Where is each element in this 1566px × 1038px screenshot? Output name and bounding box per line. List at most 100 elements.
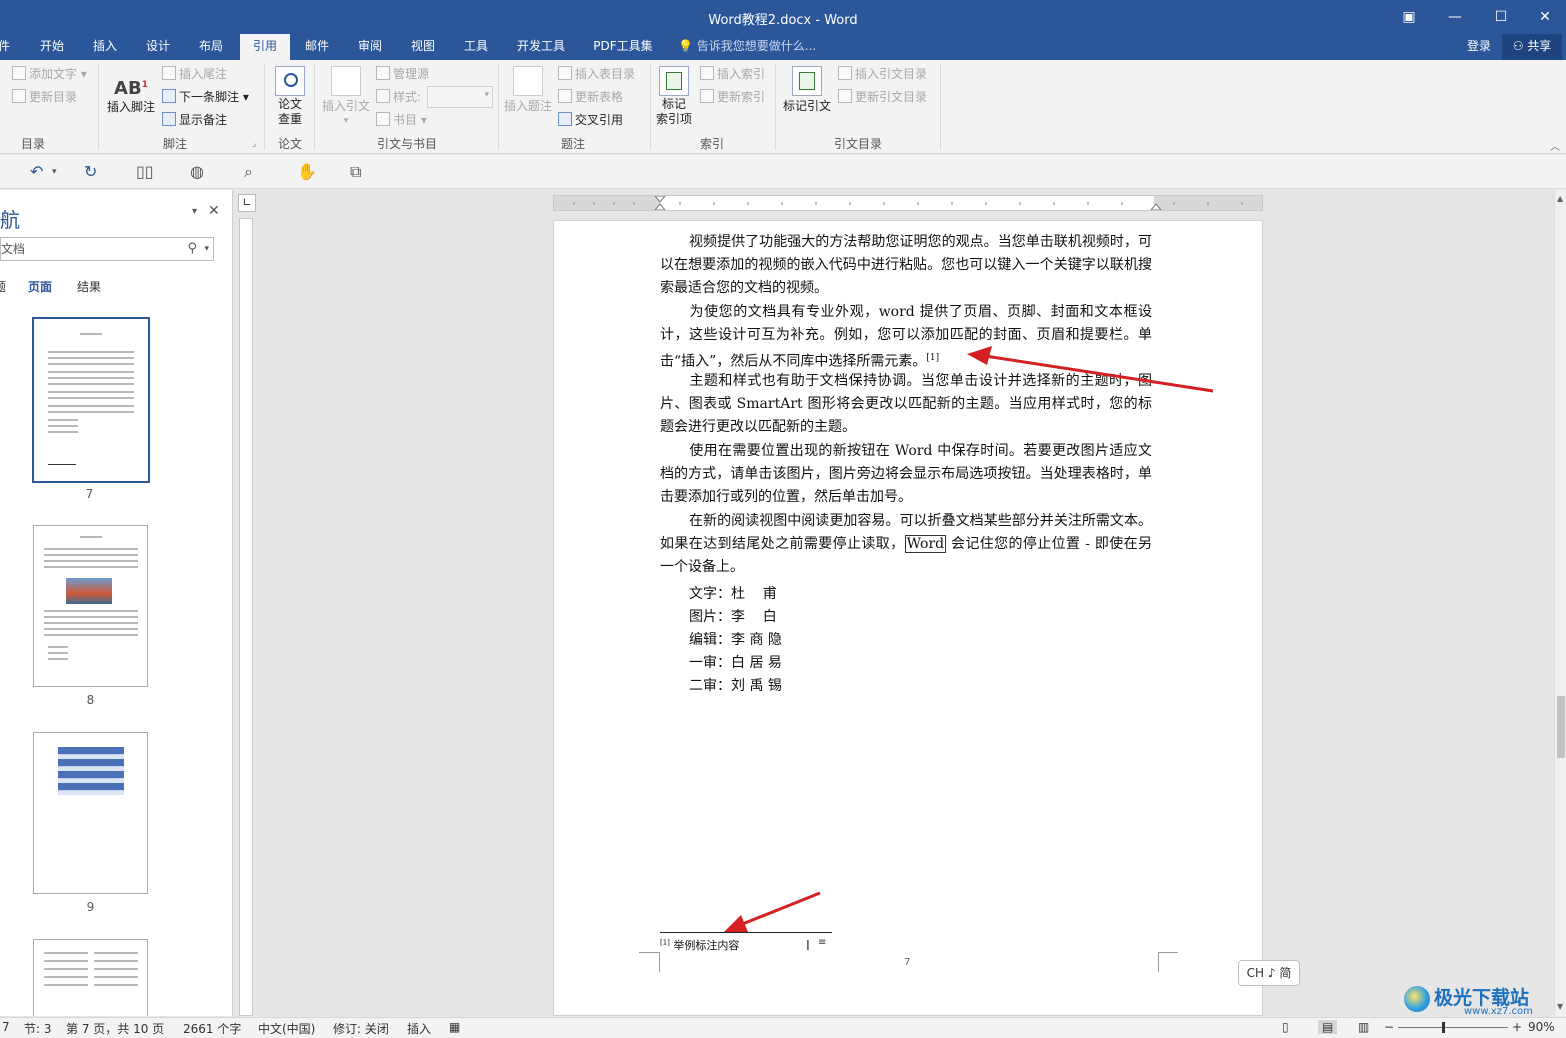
search-icon[interactable]: ⚲ <box>187 238 197 260</box>
update-toa-button[interactable]: 更新引文目录 <box>838 87 927 107</box>
show-notes-button[interactable]: 显示备注 <box>162 110 227 130</box>
bibliography-button[interactable]: 书目 ▾ <box>376 110 427 130</box>
undo-icon[interactable]: ↶ <box>30 162 43 181</box>
collapse-ribbon-icon[interactable]: ︿ <box>1550 138 1560 153</box>
insert-toa-button[interactable]: 插入引文目录 <box>838 64 927 84</box>
zoom-out-icon[interactable]: − <box>1384 1020 1394 1034</box>
tab-tools[interactable]: 工具 <box>454 34 498 60</box>
minimize-button[interactable]: — <box>1432 4 1478 30</box>
maximize-button[interactable]: ☐ <box>1478 4 1524 30</box>
insert-caption-button[interactable]: 插入题注 <box>502 66 554 114</box>
tab-insert[interactable]: 插入 <box>83 34 127 60</box>
web-layout-icon[interactable]: ◍ <box>190 162 204 181</box>
ime-indicator[interactable]: CH ♪ 简 <box>1238 960 1300 986</box>
print-preview-icon[interactable]: ⌕ <box>244 162 253 182</box>
manage-sources-button[interactable]: 管理源 <box>376 64 429 84</box>
tab-file[interactable]: 件 <box>0 34 12 60</box>
tell-me-search[interactable]: 💡 告诉我您想要做什么... <box>678 34 816 60</box>
status-page[interactable]: 第 7 页，共 10 页 <box>66 1020 164 1037</box>
page-thumbnail-7[interactable] <box>32 317 150 483</box>
footnote-separator <box>660 932 832 933</box>
zoom-in-icon[interactable]: + <box>1512 1020 1522 1034</box>
insert-footnote-button[interactable]: AB1 插入脚注 <box>104 70 158 115</box>
tell-me-text: 告诉我您想要做什么... <box>696 39 817 53</box>
touch-mode-icon[interactable]: ✋ <box>297 162 317 181</box>
tab-design[interactable]: 设计 <box>136 34 180 60</box>
close-icon[interactable]: ✕ <box>208 203 220 219</box>
tab-mailings[interactable]: 邮件 <box>295 34 339 60</box>
login-button[interactable]: 登录 <box>1467 34 1491 60</box>
update-index-button[interactable]: 更新索引 <box>700 87 765 107</box>
tab-review[interactable]: 审阅 <box>348 34 392 60</box>
tab-references[interactable]: 引用 <box>240 34 290 60</box>
status-insert-mode[interactable]: 插入 <box>407 1020 431 1037</box>
insert-caption-label: 插入题注 <box>503 99 552 113</box>
horizontal-ruler[interactable] <box>553 195 1263 211</box>
zoom-slider[interactable] <box>1398 1027 1508 1028</box>
insert-table-of-figures-button[interactable]: 插入表目录 <box>558 64 635 84</box>
nav-tab-results[interactable]: 结果 <box>77 278 101 295</box>
page-thumbnail-8[interactable] <box>33 525 148 687</box>
undo-dropdown-icon[interactable]: ▾ <box>52 167 57 177</box>
mark-entry-button[interactable]: 标记 索引项 <box>652 66 696 127</box>
credit-row: 图片：李 白 <box>689 609 777 625</box>
paragraph-4[interactable]: 使用在需要位置出现的新按钮在 Word 中保存时间。若要更改图片适应文档的方式，… <box>660 440 1152 510</box>
tab-view[interactable]: 视图 <box>401 34 445 60</box>
insert-index-button[interactable]: 插入索引 <box>700 64 765 84</box>
nav-tab-pages[interactable]: 页面 <box>28 278 52 295</box>
insert-citation-button[interactable]: 插入引文 ▾ <box>318 66 374 129</box>
group-divider <box>775 64 776 150</box>
paper-check-button[interactable]: 论文 查重 <box>270 66 310 127</box>
status-word-count[interactable]: 2661 个字 <box>183 1020 241 1037</box>
footnotes-dialog-launcher-icon[interactable]: ⌟ <box>252 139 256 149</box>
footnote[interactable]: [1] 举例标注内容 <box>660 937 739 953</box>
redo-icon[interactable]: ↻ <box>84 162 97 181</box>
nav-search-input[interactable]: 文档 ⚲ ▾ <box>0 237 214 261</box>
tab-selector-button[interactable]: ∟ <box>238 194 256 212</box>
footnote-reference[interactable]: [1] <box>926 353 939 363</box>
paragraph-3[interactable]: 主题和样式也有助于文档保持协调。当您单击设计并选择新的主题时，图片、图表或 Sm… <box>660 370 1152 440</box>
update-table-button[interactable]: 更新表格 <box>558 87 623 107</box>
zoom-slider-thumb[interactable] <box>1442 1022 1445 1033</box>
paragraph-1[interactable]: 视频提供了功能强大的方法帮助您证明您的观点。当您单击联机视频时，可以在想要添加的… <box>660 231 1152 301</box>
cross-reference-button[interactable]: 交叉引用 <box>558 110 623 130</box>
close-button[interactable]: ✕ <box>1522 4 1566 30</box>
nav-options-chevron-icon[interactable]: ▾ <box>192 206 197 217</box>
credit-row: 编辑：李 商 隐 <box>689 632 782 648</box>
mark-citation-button[interactable]: 标记引文 <box>780 66 834 114</box>
update-toc-button[interactable]: 更新目录 <box>12 87 77 107</box>
page-thumbnail-10[interactable] <box>33 939 148 1016</box>
scrollbar-thumb[interactable] <box>1557 696 1565 758</box>
insert-endnote-button[interactable]: 插入尾注 <box>162 64 227 84</box>
search-dropdown-icon[interactable]: ▾ <box>204 238 209 260</box>
macro-record-icon[interactable]: ▦ <box>449 1020 460 1034</box>
status-section[interactable]: 节: 3 <box>24 1020 52 1037</box>
page-thumbnail-9[interactable] <box>33 732 148 894</box>
next-footnote-button[interactable]: 下一条脚注 ▾ <box>162 87 249 107</box>
paragraph-5[interactable]: 在新的阅读视图中阅读更加容易。可以折叠文档某些部分并关注所需文本。如果在达到结尾… <box>660 510 1152 580</box>
print-layout-view-icon[interactable]: ▤ <box>1318 1020 1338 1034</box>
web-layout-view-icon[interactable]: ▥ <box>1358 1020 1369 1034</box>
citation-style-dropdown[interactable]: ▾ <box>427 86 493 108</box>
tab-home[interactable]: 开始 <box>30 34 74 60</box>
read-mode-view-icon[interactable]: ▯ <box>1282 1020 1289 1034</box>
share-button[interactable]: ⚇ 共享 <box>1502 34 1562 60</box>
ribbon-display-options-button[interactable]: ▣ <box>1386 4 1432 30</box>
group-label-captions: 题注 <box>560 137 585 151</box>
status-bar: 7 节: 3 第 7 页，共 10 页 2661 个字 中文(中国) 修订: 关… <box>0 1017 1566 1038</box>
document-page[interactable]: 视频提供了功能强大的方法帮助您证明您的观点。当您单击联机视频时，可以在想要添加的… <box>553 220 1263 1016</box>
tab-pdf-tools[interactable]: PDF工具集 <box>586 34 660 60</box>
status-language[interactable]: 中文(中国) <box>258 1020 315 1037</box>
nav-tab-headings[interactable]: 题 <box>0 278 6 295</box>
scroll-up-icon[interactable]: ▲ <box>1557 194 1563 203</box>
tab-layout[interactable]: 布局 <box>189 34 233 60</box>
paragraph-2[interactable]: 为使您的文档具有专业外观，word 提供了页眉、页脚、封面和文本框设计，这些设计… <box>660 301 1152 374</box>
zoom-level[interactable]: 90% <box>1528 1020 1555 1034</box>
tab-developer[interactable]: 开发工具 <box>508 34 574 60</box>
vertical-scrollbar[interactable]: ▲ ▼ <box>1554 190 1566 1016</box>
customize-qat-icon[interactable]: ⧉ <box>350 162 361 182</box>
status-track-changes[interactable]: 修订: 关闭 <box>333 1020 389 1037</box>
read-mode-icon[interactable]: ▯▯ <box>136 162 154 181</box>
style-label-row: 样式: <box>376 87 421 107</box>
add-text-button[interactable]: 添加文字 ▾ <box>12 64 87 84</box>
